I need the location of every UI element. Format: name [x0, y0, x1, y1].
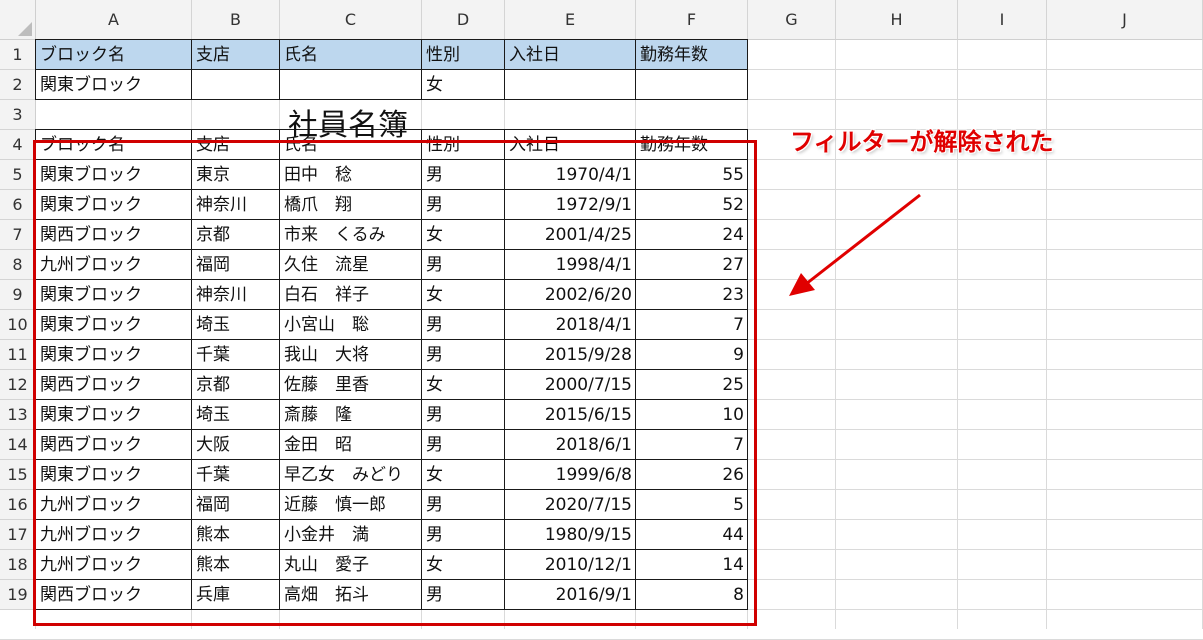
criteria-header-cell[interactable]: 勤務年数 [636, 40, 748, 70]
column-header-i[interactable]: I [958, 0, 1047, 40]
row-header-12[interactable]: 12 [0, 370, 36, 400]
gridline-vertical [957, 0, 958, 629]
column-header-c[interactable]: C [280, 0, 422, 40]
column-header-d[interactable]: D [422, 0, 505, 40]
row-header-10[interactable]: 10 [0, 310, 36, 340]
row-header-16[interactable]: 16 [0, 490, 36, 520]
row-header-4[interactable]: 4 [0, 130, 36, 160]
row-header-17[interactable]: 17 [0, 520, 36, 550]
row-header-2[interactable]: 2 [0, 70, 36, 100]
criteria-value-cell[interactable] [280, 70, 422, 100]
gridline-vertical [1046, 0, 1047, 629]
criteria-value-cell[interactable]: 関東ブロック [36, 70, 192, 100]
column-header-b[interactable]: B [192, 0, 280, 40]
criteria-value-cell[interactable] [636, 70, 748, 100]
column-header-g[interactable]: G [748, 0, 836, 40]
row-header-8[interactable]: 8 [0, 250, 36, 280]
column-header-a[interactable]: A [36, 0, 192, 40]
row-header-7[interactable]: 7 [0, 220, 36, 250]
column-header-e[interactable]: E [505, 0, 636, 40]
select-all-corner[interactable] [0, 0, 36, 40]
row-header-5[interactable]: 5 [0, 160, 36, 190]
column-header-f[interactable]: F [636, 0, 748, 40]
spreadsheet-grid[interactable]: A B C D E F G H I J 1 2 3 4 5 6 7 8 9 10 11 12 13 14 15 16 17 18 19 ブ… [0, 0, 1203, 640]
row-header-13[interactable]: 13 [0, 400, 36, 430]
column-header-h[interactable]: H [836, 0, 958, 40]
row-header-15[interactable]: 15 [0, 460, 36, 490]
criteria-header-cell[interactable]: 入社日 [505, 40, 636, 70]
row-header-11[interactable]: 11 [0, 340, 36, 370]
sheet-title[interactable]: 社員名簿 [192, 102, 504, 143]
criteria-value-cell[interactable]: 女 [422, 70, 505, 100]
callout-text: フィルターが解除された [790, 128, 1054, 156]
row-header-18[interactable]: 18 [0, 550, 36, 580]
column-header-j[interactable]: J [1047, 0, 1203, 40]
highlight-box [33, 140, 757, 626]
criteria-header-cell[interactable]: 氏名 [280, 40, 422, 70]
row-header-1[interactable]: 1 [0, 40, 36, 70]
row-header-14[interactable]: 14 [0, 430, 36, 460]
criteria-value-cell[interactable] [505, 70, 636, 100]
criteria-value-cell[interactable] [192, 70, 280, 100]
criteria-header-cell[interactable]: 支店 [192, 40, 280, 70]
arrow-shaft [805, 193, 921, 286]
select-all-triangle-icon [18, 22, 32, 36]
row-header-6[interactable]: 6 [0, 190, 36, 220]
criteria-header-cell[interactable]: 性別 [422, 40, 505, 70]
row-header-19[interactable]: 19 [0, 580, 36, 610]
row-header-3[interactable]: 3 [0, 100, 36, 130]
gridline-vertical [835, 0, 836, 629]
arrow-head [789, 273, 815, 296]
row-header-9[interactable]: 9 [0, 280, 36, 310]
criteria-header-cell[interactable]: ブロック名 [36, 40, 192, 70]
